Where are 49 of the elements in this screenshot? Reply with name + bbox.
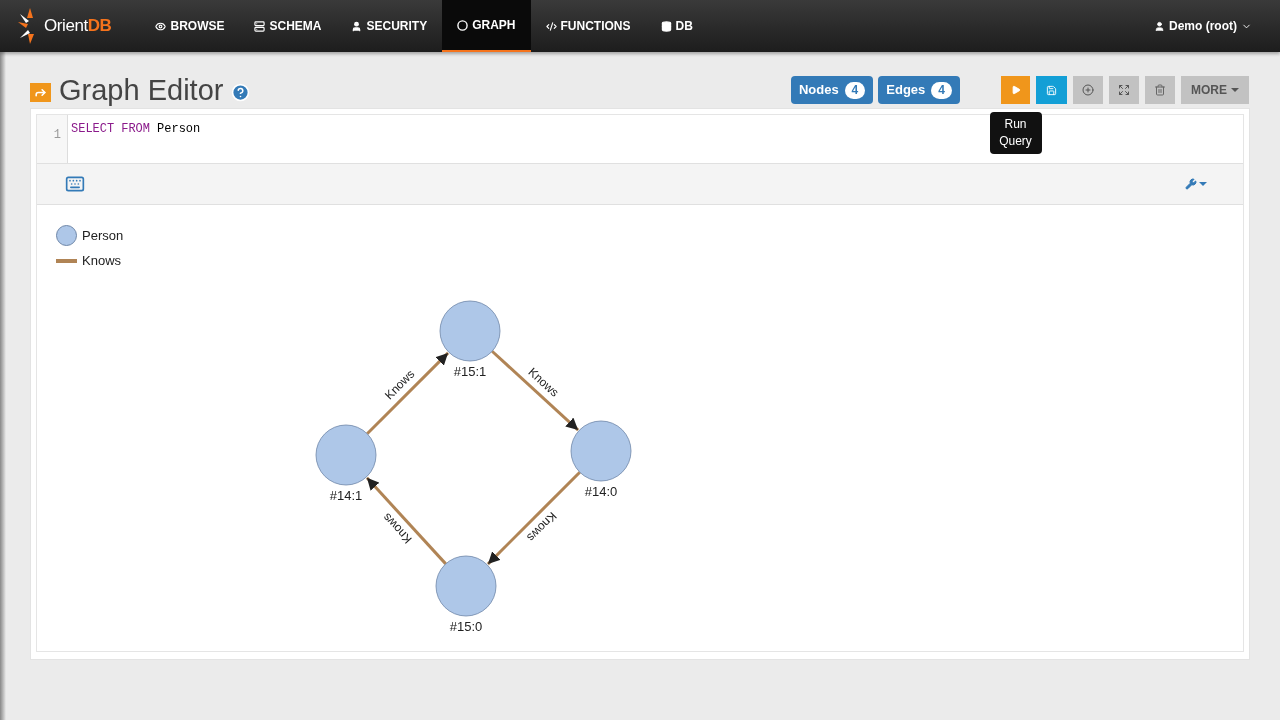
user-icon — [1154, 20, 1165, 32]
user-icon — [351, 20, 363, 32]
legend-label: Knows — [82, 252, 122, 270]
counter-button[interactable]: Edges 4 — [878, 76, 960, 104]
brand-name: OrientDB — [44, 15, 112, 38]
save-button[interactable] — [1036, 76, 1067, 104]
sql-identifier: Person — [157, 121, 201, 138]
sql-keyword: SELECT — [71, 121, 115, 138]
graph-node[interactable] — [439, 300, 501, 362]
page-title: Graph Editor — [59, 75, 224, 105]
eye-icon — [155, 20, 167, 32]
add-button[interactable] — [1073, 76, 1103, 104]
count-badge: 4 — [844, 81, 866, 99]
trash-icon — [1154, 84, 1166, 96]
nav-tab[interactable]: GRAPH — [442, 0, 531, 52]
sql-keyword: FROM — [121, 121, 151, 138]
nav-tab[interactable]: SECURITY — [336, 0, 443, 52]
graph-node[interactable] — [570, 420, 632, 482]
play-icon — [1010, 85, 1021, 95]
node-label: #14:1 — [329, 488, 363, 503]
counter-button[interactable]: Nodes 4 — [790, 76, 874, 104]
circle-icon — [457, 19, 469, 31]
add-icon — [1082, 84, 1094, 96]
legend-label: Person — [82, 226, 124, 245]
keyboard-icon[interactable] — [65, 174, 85, 194]
nav-tab[interactable]: SCHEMA — [239, 0, 337, 52]
expand-icon — [1118, 84, 1130, 96]
nav-tab[interactable]: BROWSE — [140, 0, 240, 52]
share-icon — [30, 82, 51, 102]
nav-tab[interactable]: DB — [645, 0, 708, 52]
line-number: 1 — [53, 128, 61, 142]
node-label: #14:0 — [584, 484, 618, 499]
nav-tab[interactable]: FUNCTIONS — [530, 0, 646, 52]
help-icon[interactable] — [231, 82, 251, 102]
node-label: #15:1 — [453, 364, 487, 379]
settings-dropdown[interactable] — [1185, 178, 1207, 190]
run-button[interactable] — [1001, 76, 1030, 104]
graph-node[interactable] — [315, 424, 377, 486]
save-icon — [1046, 84, 1057, 96]
list-icon — [254, 20, 266, 32]
code-icon — [545, 20, 557, 32]
tooltip: Run Query — [989, 112, 1042, 154]
fullscreen-button[interactable] — [1109, 76, 1139, 104]
more-button[interactable]: MORE — [1181, 76, 1249, 104]
node-label: #15:0 — [449, 619, 483, 634]
graph-node[interactable] — [435, 555, 497, 617]
user-menu[interactable]: Demo (root) — [1154, 18, 1252, 34]
count-badge: 4 — [931, 81, 952, 99]
delete-button[interactable] — [1145, 76, 1175, 104]
